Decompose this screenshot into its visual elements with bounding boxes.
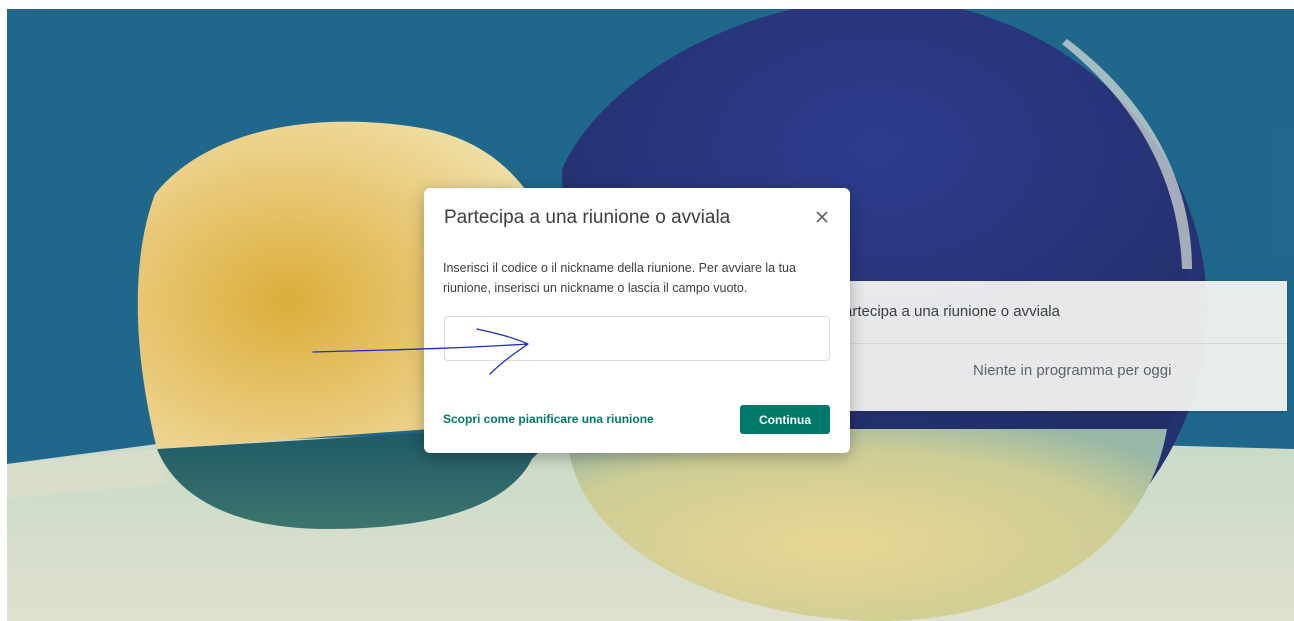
dialog-title: Partecipa a una riunione o avviala [444, 207, 731, 228]
close-icon [816, 211, 828, 223]
close-button[interactable] [810, 205, 834, 229]
schedule-empty-text: Niente in programma per oggi [973, 362, 1172, 379]
continue-button[interactable]: Continua [740, 405, 830, 434]
join-meeting-dialog: Partecipa a una riunione o avviala Inser… [424, 188, 850, 453]
divider [830, 343, 1287, 344]
meeting-side-card: artecipa a una riunione o avviala Niente… [830, 281, 1287, 411]
learn-schedule-link[interactable]: Scopri come pianificare una riunione [443, 412, 654, 426]
side-card-join-label[interactable]: artecipa a una riunione o avviala [844, 303, 1060, 320]
meeting-code-input[interactable] [444, 316, 830, 361]
dialog-description: Inserisci il codice o il nickname della … [443, 261, 796, 295]
